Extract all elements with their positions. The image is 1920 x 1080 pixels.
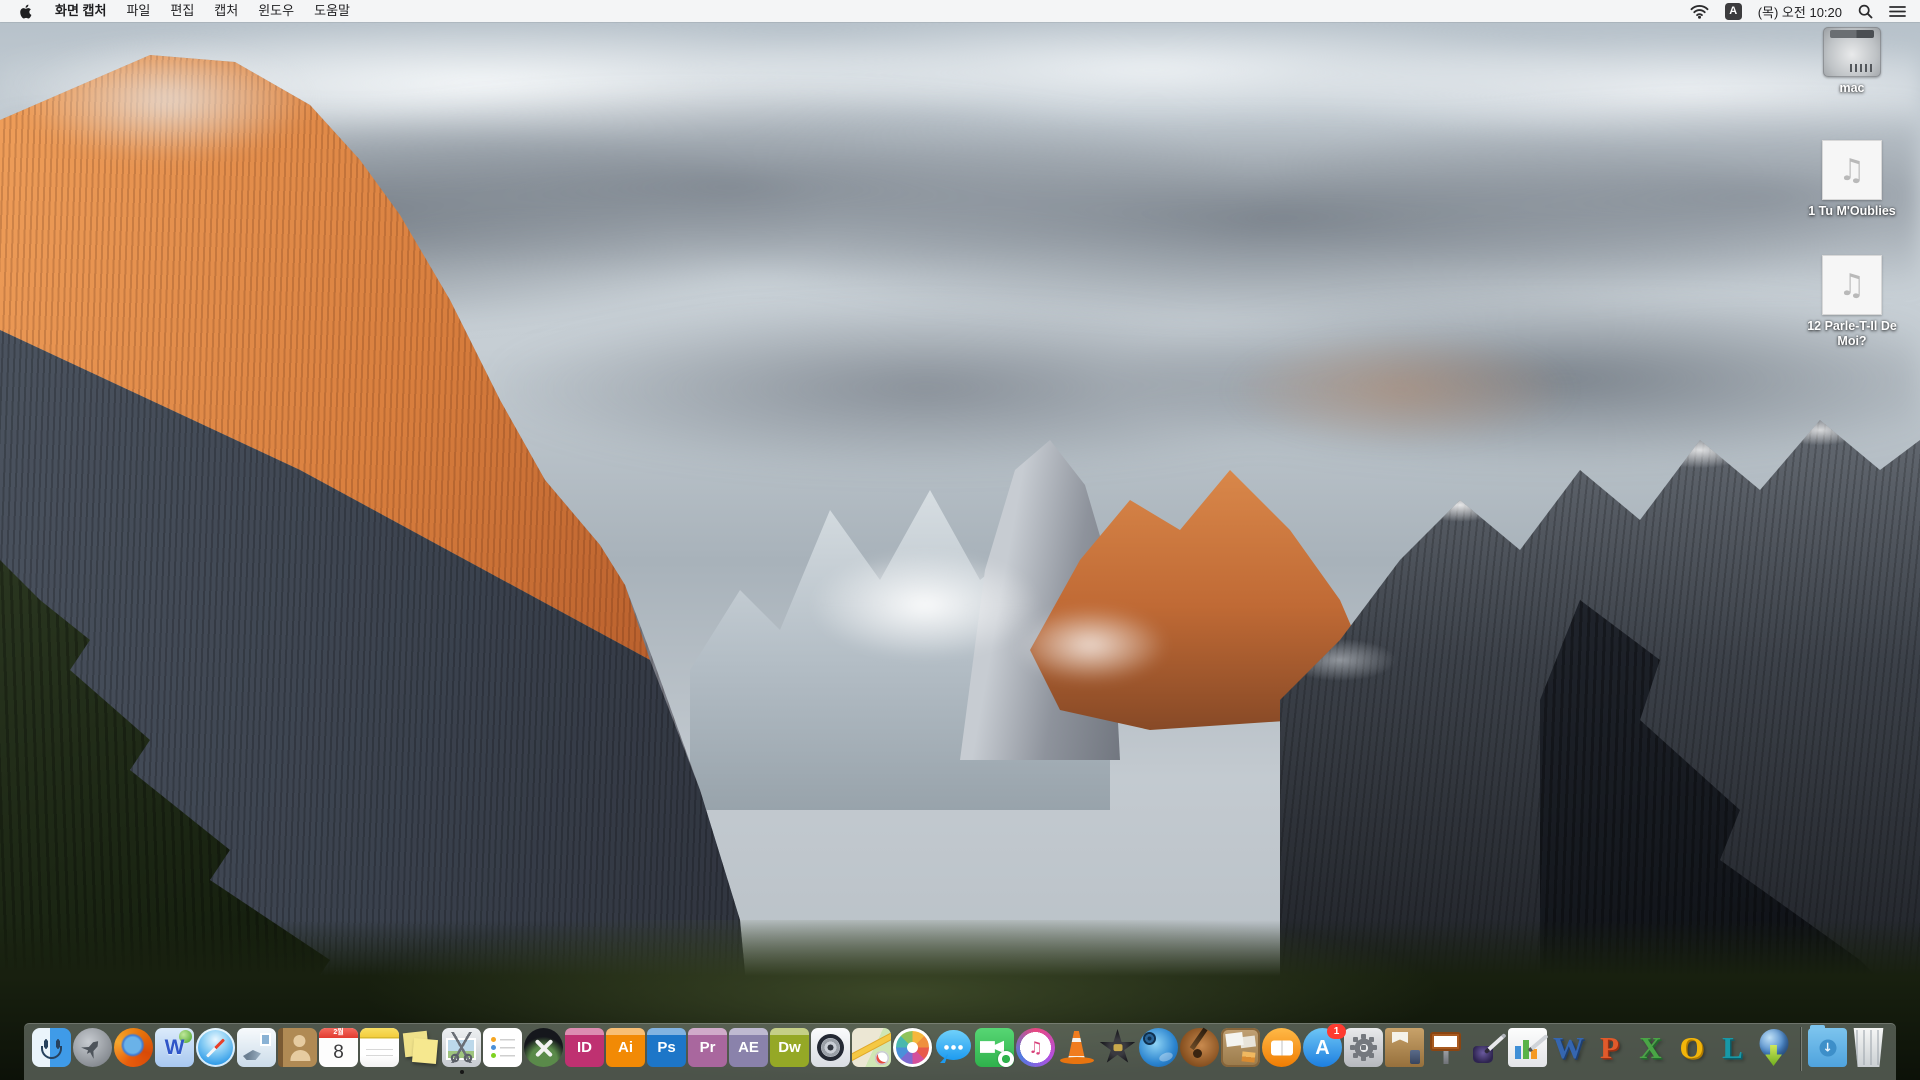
menu-bar-status: A (목) 오전 10:20: [1690, 2, 1920, 21]
dock-item-downloads-folder[interactable]: [1808, 1025, 1847, 1067]
dock-item-launchpad[interactable]: [73, 1028, 112, 1067]
wallpaper-orange-glow: [1150, 330, 1650, 450]
menu-file[interactable]: 파일: [116, 0, 160, 22]
dock-item-ibooks[interactable]: [1262, 1028, 1301, 1067]
premiere-letter: Pr: [699, 1039, 716, 1056]
illustrator-letter: Ai: [618, 1039, 633, 1056]
dock-item-photoshop[interactable]: Ps: [647, 1028, 686, 1067]
menu-capture[interactable]: 캡처: [204, 0, 248, 22]
app-store-letter: A: [1315, 1036, 1330, 1059]
desktop-icon-label: mac: [1839, 81, 1865, 95]
spotlight-icon[interactable]: [1858, 4, 1873, 19]
wallpaper: [0, 0, 1920, 1080]
dock-item-itunes[interactable]: [1016, 1028, 1055, 1067]
dock-item-grab[interactable]: [442, 1028, 481, 1074]
input-method-icon[interactable]: A: [1724, 2, 1742, 20]
dock-item-facetime[interactable]: [975, 1028, 1014, 1067]
menu-bar: 화면 캡처 파일 편집 캡처 윈도우 도움말 A (목) 오전 10:20: [0, 0, 1920, 22]
calendar-day-label: 8: [333, 1041, 344, 1063]
wallpaper-summit-haze: [0, 30, 420, 170]
dock-item-stuffit[interactable]: [1385, 1028, 1424, 1067]
desktop: 화면 캡처 파일 편집 캡처 윈도우 도움말 A (목) 오전 10:20 ma…: [0, 0, 1920, 1080]
audio-file-icon: ♫: [1822, 255, 1882, 315]
dock-item-calendar[interactable]: 2월 8: [319, 1028, 358, 1067]
desktop-icon-label: 12 Parle-T-Il De Moi?: [1807, 319, 1897, 348]
dock-item-app-store[interactable]: A1: [1303, 1024, 1346, 1067]
dock-item-outlook[interactable]: O: [1672, 1028, 1711, 1067]
wifi-icon[interactable]: [1690, 4, 1709, 19]
dock-item-illustrator[interactable]: Ai: [606, 1028, 645, 1067]
wallpaper-valley-mist-2: [980, 600, 1200, 690]
dock-item-dvd-player[interactable]: [1139, 1028, 1178, 1067]
dock-item-trash[interactable]: [1853, 1028, 1884, 1067]
audio-file-icon: ♫: [1822, 140, 1882, 200]
menu-bar-clock[interactable]: (목) 오전 10:20: [1758, 2, 1842, 21]
dock-item-finder[interactable]: [32, 1028, 71, 1067]
dreamweaver-letter: Dw: [778, 1039, 801, 1056]
dock-item-photo-collage[interactable]: [1221, 1028, 1260, 1067]
indesign-letter: ID: [577, 1039, 592, 1056]
music-note-icon: ♫: [1838, 267, 1866, 303]
music-note-icon: ♫: [1838, 152, 1866, 188]
apple-menu-icon[interactable]: [14, 4, 45, 19]
running-indicator: [459, 1070, 464, 1074]
dock-item-webhard[interactable]: W: [155, 1028, 194, 1067]
dock-item-notes[interactable]: [360, 1028, 399, 1067]
dock-item-contacts[interactable]: [278, 1028, 317, 1067]
dock-item-firefox[interactable]: [114, 1028, 153, 1067]
dock-item-reminders[interactable]: [483, 1028, 522, 1067]
app-store-badge: 1: [1327, 1024, 1346, 1039]
powerpoint-letter: P: [1600, 1030, 1619, 1065]
desktop-icon-audio-2[interactable]: ♫ 12 Parle-T-Il De Moi?: [1792, 255, 1912, 349]
dock-item-photos[interactable]: [893, 1028, 932, 1067]
hard-drive-icon: [1823, 27, 1881, 77]
dock-item-messages[interactable]: [934, 1028, 973, 1067]
dock-item-xee[interactable]: [524, 1028, 563, 1067]
word-letter: W: [1553, 1030, 1584, 1065]
dock: W2월8IDAiPsPrAEDwA1WPXOL: [24, 1023, 1896, 1080]
excel-letter: X: [1639, 1030, 1662, 1065]
lync-letter: L: [1722, 1030, 1743, 1065]
dock-item-premiere[interactable]: Pr: [688, 1028, 727, 1067]
dock-item-powerpoint[interactable]: P: [1590, 1028, 1629, 1067]
photoshop-letter: Ps: [657, 1039, 676, 1056]
dock-item-maps[interactable]: [852, 1028, 891, 1067]
dock-item-keynote[interactable]: [1426, 1028, 1465, 1067]
menu-help[interactable]: 도움말: [304, 0, 360, 22]
dock-item-downloader[interactable]: [1754, 1028, 1793, 1067]
dock-item-pages-09[interactable]: [1467, 1028, 1506, 1067]
dock-item-excel[interactable]: X: [1631, 1028, 1670, 1067]
dock-item-indesign[interactable]: ID: [565, 1028, 604, 1067]
dock-item-safari[interactable]: [196, 1028, 235, 1067]
calendar-month-label: 2월: [333, 1029, 344, 1036]
menu-bar-left: 화면 캡처 파일 편집 캡처 윈도우 도움말: [0, 0, 360, 22]
dock-item-disc-app[interactable]: [811, 1028, 850, 1067]
dock-item-garageband[interactable]: [1180, 1028, 1219, 1067]
menu-window[interactable]: 윈도우: [248, 0, 304, 22]
dock-separator: [1800, 1027, 1801, 1071]
desktop-icon-audio-1[interactable]: ♫ 1 Tu M'Oublies: [1792, 140, 1912, 219]
notification-center-icon[interactable]: [1889, 5, 1906, 18]
app-menu-title[interactable]: 화면 캡처: [45, 0, 116, 22]
apple-logo-icon: [20, 4, 32, 18]
dock-item-system-preferences[interactable]: [1344, 1028, 1383, 1067]
dock-item-mail[interactable]: [237, 1028, 276, 1067]
aftereffects-letter: AE: [738, 1039, 759, 1056]
dock-item-aftereffects[interactable]: AE: [729, 1028, 768, 1067]
webhard-letter: W: [164, 1036, 185, 1059]
dock-item-vlc[interactable]: [1057, 1028, 1096, 1067]
dock-item-dreamweaver[interactable]: Dw: [770, 1028, 809, 1067]
dock-item-numbers-09[interactable]: [1508, 1028, 1547, 1067]
dock-item-imovie[interactable]: [1098, 1028, 1137, 1067]
desktop-icon-mac-drive[interactable]: mac: [1792, 27, 1912, 96]
dock-item-word[interactable]: W: [1549, 1028, 1588, 1067]
desktop-icon-label: 1 Tu M'Oublies: [1808, 204, 1896, 218]
dock-item-lync[interactable]: L: [1713, 1028, 1752, 1067]
outlook-letter: O: [1679, 1030, 1704, 1065]
menu-edit[interactable]: 편집: [160, 0, 204, 22]
dock-item-stickies[interactable]: [401, 1028, 440, 1067]
